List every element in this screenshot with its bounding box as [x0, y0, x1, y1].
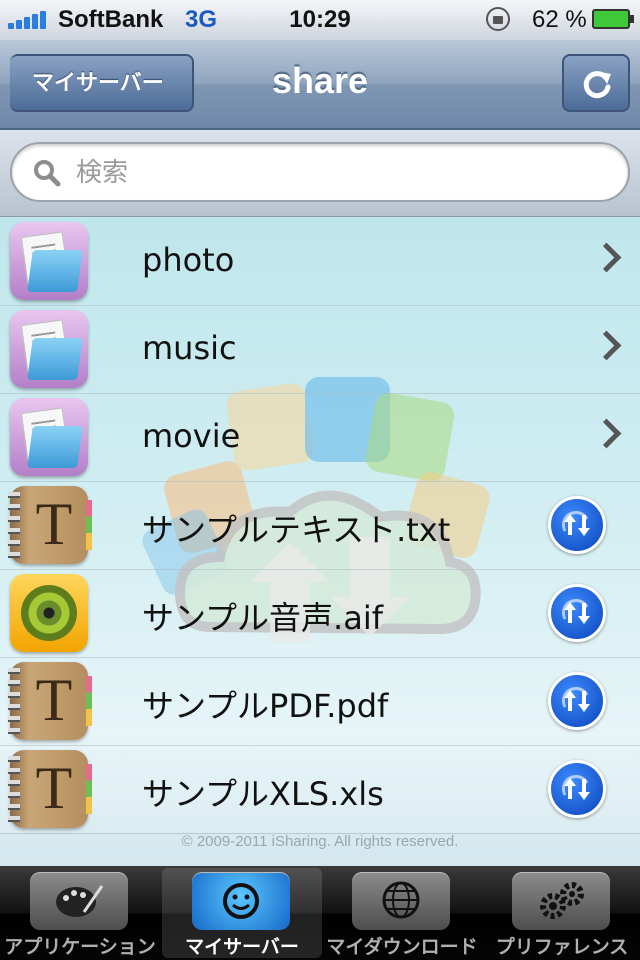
globe-download-icon [352, 872, 450, 930]
battery-percent: 62 % [532, 6, 587, 33]
transfer-button[interactable] [548, 672, 606, 730]
transfer-button[interactable] [548, 496, 606, 554]
folder-icon [10, 310, 88, 388]
folder-icon [10, 398, 88, 476]
search-bar [0, 130, 640, 217]
item-name: music [142, 329, 237, 367]
tab-label: マイダウンロード [326, 936, 478, 958]
item-name: サンプルXLS.xls [142, 775, 384, 813]
transfer-arrows-icon [561, 598, 590, 624]
status-bar: SoftBank 3G 10:29 62 % [0, 0, 640, 40]
search-field[interactable] [10, 142, 630, 202]
folder-icon [10, 222, 88, 300]
tab-bar: アプリケーション マイサーバー マイダウンロード プリファレンス [0, 866, 640, 960]
navigation-bar: マイサーバー share [0, 40, 640, 130]
tab-preferences[interactable]: プリファレンス [482, 868, 640, 958]
tab-my-downloads[interactable]: マイダウンロード [322, 868, 482, 958]
search-icon [34, 160, 61, 187]
network-attached-icon [192, 872, 290, 930]
list-item[interactable]: photo [0, 217, 640, 306]
item-name: photo [142, 241, 235, 279]
tab-my-server[interactable]: マイサーバー [162, 868, 322, 958]
list-item[interactable]: T サンプルPDF.pdf [0, 657, 640, 746]
item-name: サンプルテキスト.txt [142, 511, 451, 549]
transfer-arrows-icon [561, 510, 590, 536]
item-name: movie [142, 417, 241, 455]
tab-label: マイサーバー [185, 936, 299, 958]
transfer-button[interactable] [548, 760, 606, 818]
page-title: share [271, 60, 369, 101]
file-list: photo music movie T サンプルテキスト.txt サンプル音声.… [0, 217, 640, 866]
transfer-arrows-icon [561, 774, 590, 800]
transfer-arrows-icon [561, 686, 590, 712]
list-item[interactable]: T サンプルXLS.xls [0, 745, 640, 834]
tab-label: アプリケーション [4, 936, 156, 958]
search-input[interactable] [74, 152, 598, 194]
text-file-icon: T [8, 662, 92, 740]
gears-icon [512, 872, 610, 930]
palette-icon [30, 872, 128, 930]
transfer-button[interactable] [548, 584, 606, 642]
refresh-icon [583, 71, 611, 99]
list-item[interactable]: music [0, 305, 640, 394]
rotation-lock-icon [486, 7, 510, 31]
refresh-button[interactable] [562, 54, 630, 112]
text-file-icon: T [8, 486, 92, 564]
item-name: サンプル音声.aif [142, 599, 383, 637]
list-item[interactable]: T サンプルテキスト.txt [0, 481, 640, 570]
text-file-icon: T [8, 750, 92, 828]
chevron-right-icon [591, 418, 622, 449]
tab-label: プリファレンス [495, 936, 629, 958]
battery-charging-icon [592, 9, 634, 29]
tab-applications[interactable]: アプリケーション [0, 868, 160, 958]
copyright-text: © 2009-2011 iSharing. All rights reserve… [181, 833, 459, 850]
chevron-right-icon [591, 242, 622, 273]
list-item[interactable]: movie [0, 393, 640, 482]
item-name: サンプルPDF.pdf [142, 687, 389, 725]
list-item[interactable]: サンプル音声.aif [0, 569, 640, 658]
chevron-right-icon [591, 330, 622, 361]
audio-file-icon [10, 574, 88, 652]
